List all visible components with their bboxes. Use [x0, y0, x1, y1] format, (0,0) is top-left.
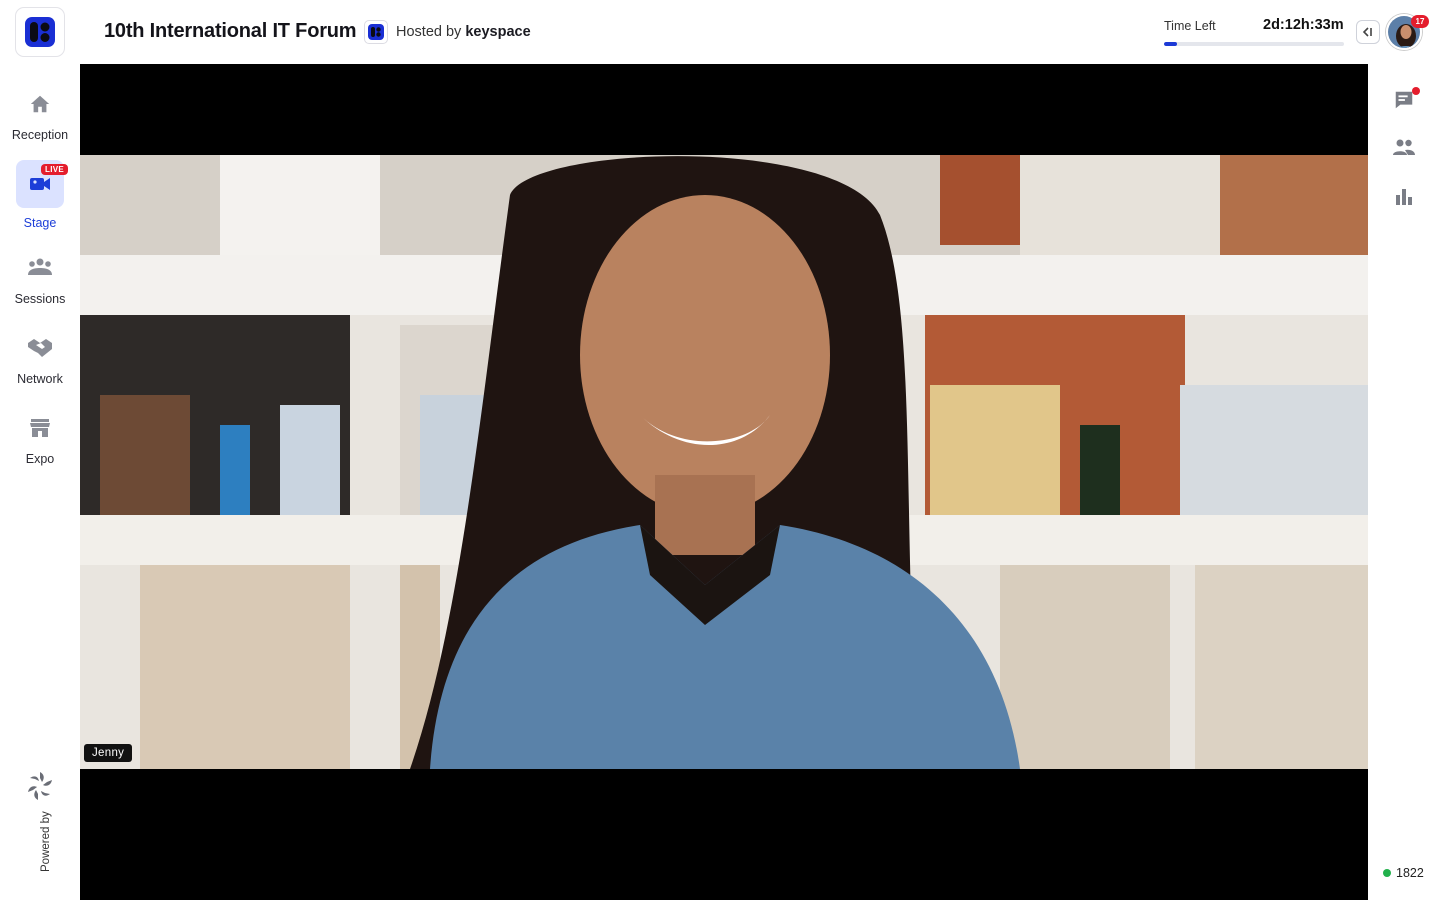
- powered-by-logo-icon: [28, 772, 52, 800]
- hosted-by-text: Hosted by keyspace: [396, 24, 531, 40]
- online-status-dot: [1383, 869, 1391, 877]
- speaker-video-frame: [80, 155, 1368, 769]
- home-icon: [16, 80, 64, 128]
- speaker-name-tag: Jenny: [84, 744, 133, 762]
- online-count-value: 1822: [1396, 866, 1424, 880]
- sidebar-item-label: Reception: [11, 128, 69, 142]
- sidebar-item-network[interactable]: Network: [0, 324, 80, 386]
- video-camera-icon: LIVE: [16, 160, 68, 208]
- notification-count-badge: 17: [1411, 15, 1429, 28]
- left-sidebar: Reception LIVE Stage Sessions Network Ex…: [0, 0, 80, 900]
- sidebar-item-label: Sessions: [14, 292, 66, 306]
- page-title: 10th International IT Forum: [104, 20, 357, 42]
- chat-unread-dot: [1412, 87, 1420, 95]
- time-left-progress: [1164, 42, 1344, 46]
- people-icon[interactable]: [1392, 136, 1416, 160]
- sidebar-item-expo[interactable]: Expo: [0, 404, 80, 466]
- sidebar-item-label: Expo: [25, 452, 55, 466]
- top-bar: 10th International IT Forum Hosted by ke…: [80, 0, 1368, 64]
- group-icon: [16, 244, 64, 292]
- sidebar-item-label: Network: [17, 372, 63, 386]
- sidebar-item-label: Stage: [23, 216, 57, 230]
- powered-by-label: Powered by: [40, 811, 52, 872]
- hosted-by-prefix: Hosted by: [396, 24, 462, 40]
- time-left-label: Time Left: [1164, 19, 1216, 33]
- collapse-chevron-icon: [1362, 27, 1372, 37]
- app-logo-icon: [25, 17, 55, 47]
- collapse-panel-button[interactable]: [1356, 20, 1380, 44]
- host-logo-icon: [368, 24, 384, 40]
- sidebar-item-reception[interactable]: Reception: [0, 80, 80, 142]
- host-logo: [364, 20, 388, 44]
- sidebar-item-sessions[interactable]: Sessions: [0, 244, 80, 306]
- app-logo[interactable]: [15, 7, 65, 57]
- speaker-video-feed[interactable]: [80, 155, 1368, 769]
- time-left-value: 2d:12h:33m: [1263, 17, 1344, 33]
- bar-chart-icon[interactable]: [1392, 184, 1416, 208]
- time-left-progress-fill: [1164, 42, 1177, 46]
- handshake-icon: [16, 324, 64, 372]
- right-rail: 17: [1356, 0, 1440, 900]
- storefront-icon: [16, 404, 64, 452]
- live-badge: LIVE: [41, 164, 68, 175]
- host-name[interactable]: keyspace: [465, 24, 530, 40]
- sidebar-item-stage[interactable]: LIVE Stage: [0, 160, 80, 230]
- stage-video-area[interactable]: Jenny: [80, 64, 1368, 900]
- online-count: 1822: [1383, 866, 1424, 880]
